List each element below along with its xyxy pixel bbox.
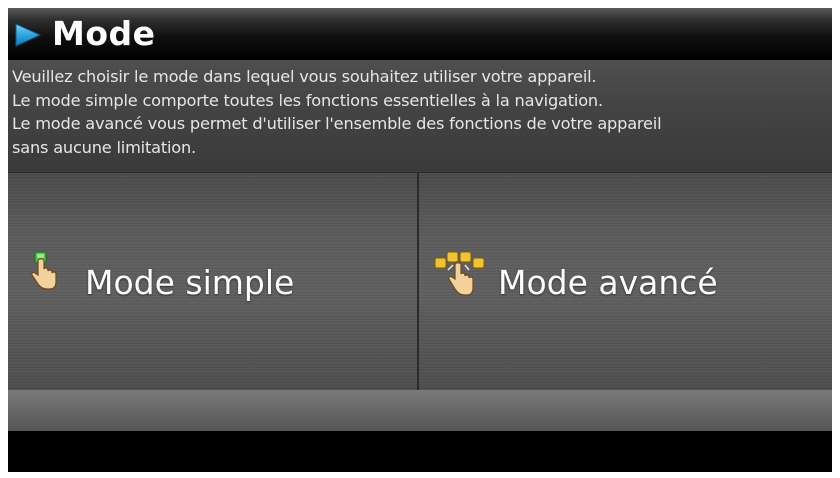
description-line: Le mode avancé vous permet d'utiliser l'… [12, 114, 662, 133]
title-bar: Mode [8, 8, 832, 60]
bottom-bar [8, 390, 832, 431]
play-arrow-icon [15, 23, 42, 47]
description-line: sans aucune limitation. [12, 137, 196, 157]
hand-pointer-single-icon [31, 251, 57, 290]
advanced-mode-label: Mode avancé [498, 263, 718, 302]
page-title: Mode [52, 14, 156, 53]
description-text: Veuillez choisir le mode dans lequel vou… [8, 60, 832, 172]
hand-pointer-multi-icon [434, 251, 485, 296]
simple-mode-label: Mode simple [85, 263, 295, 302]
footer-area [8, 431, 832, 472]
description-line: Le mode simple comporte toutes les fonct… [12, 90, 603, 110]
mode-selection-screen: Mode Veuillez choisir le mode dans leque… [8, 8, 832, 472]
simple-mode-button[interactable]: Mode simple [8, 173, 419, 391]
mode-options: Mode simple Mode avancé [8, 172, 832, 391]
description-line: Veuillez choisir le mode dans lequel vou… [12, 67, 597, 86]
advanced-mode-button[interactable]: Mode avancé [419, 173, 832, 391]
